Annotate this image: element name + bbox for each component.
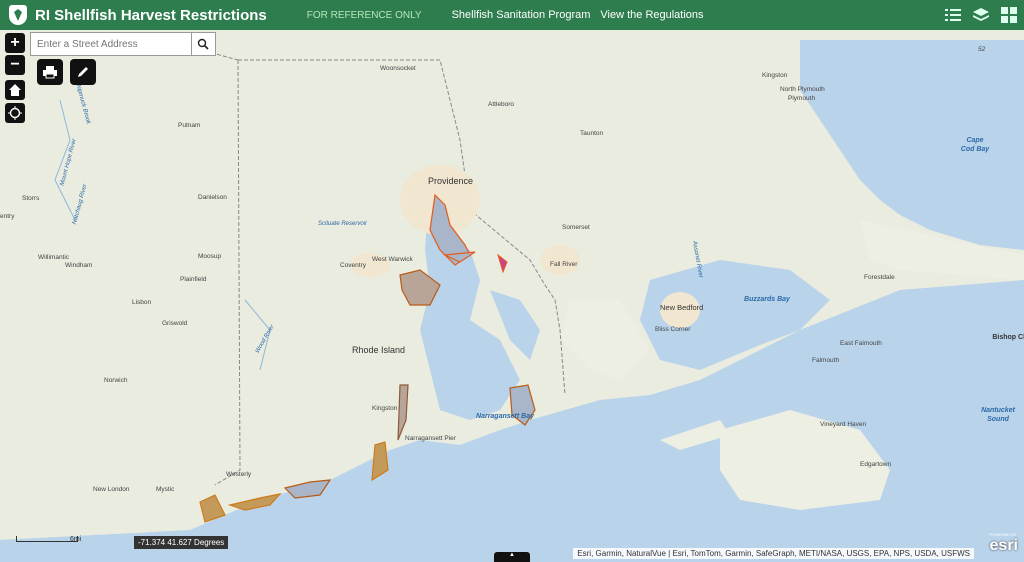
map-attribution: Esri, Garmin, NaturalVue | Esri, TomTom,…	[573, 548, 974, 559]
place-label: Rhode Island	[352, 345, 406, 355]
place-label: Somerset	[562, 224, 590, 231]
place-label: Griswold	[162, 320, 188, 327]
place-label: Falmouth	[812, 357, 840, 364]
water-label: Bishop Cler	[992, 334, 1024, 341]
water-label: Nantucket Sound	[981, 407, 1015, 423]
route-marker: 52	[978, 46, 986, 53]
basemap	[0, 30, 1024, 562]
place-label: Narragansett Pier	[405, 435, 456, 442]
state-shield-icon	[9, 5, 27, 25]
place-label: Fall River	[550, 261, 578, 268]
place-label: Kingston	[372, 405, 398, 412]
place-label: Willimantic	[38, 254, 70, 261]
app-header: RI Shellfish Harvest Restrictions FOR RE…	[0, 0, 1024, 30]
home-icon	[9, 84, 21, 96]
place-label: Moosup	[198, 253, 222, 260]
bottom-panel-toggle[interactable]: ▲	[494, 552, 530, 562]
place-label: Forestdale	[864, 274, 895, 281]
layers-icon[interactable]	[972, 6, 990, 24]
place-label: entry	[0, 213, 15, 220]
water-label: Buzzards Bay	[744, 296, 790, 303]
place-label: Lisbon	[132, 299, 152, 306]
place-label: Coventry	[340, 262, 367, 269]
place-label: Providence	[428, 176, 474, 186]
search-button[interactable]	[190, 33, 215, 55]
place-label: Vineyard Haven	[820, 421, 867, 428]
address-search	[30, 32, 216, 56]
place-label: North Plymouth	[780, 86, 825, 93]
place-label: Westerly	[226, 471, 252, 478]
water-label: Cape Cod Bay	[960, 137, 990, 153]
place-label: New Bedford	[660, 303, 704, 312]
place-label: East Falmouth	[840, 340, 882, 347]
place-label: Putnam	[178, 122, 201, 129]
esri-logo: POWERED BY esri	[990, 532, 1018, 555]
place-label: Kingston	[762, 72, 788, 79]
esri-name: esri	[989, 537, 1018, 554]
coordinate-readout[interactable]: -71.374 41.627 Degrees	[134, 536, 229, 549]
apps-grid-icon[interactable]	[1000, 6, 1018, 24]
place-label: Windham	[65, 262, 93, 269]
zoom-in-button[interactable]: +	[5, 33, 25, 53]
place-label: Plymouth	[788, 95, 816, 102]
scale-bar	[16, 536, 78, 542]
place-label: Plainfield	[180, 276, 207, 283]
locate-button[interactable]	[5, 103, 25, 123]
print-button[interactable]	[37, 59, 63, 85]
app-title: RI Shellfish Harvest Restrictions	[35, 6, 267, 24]
place-label: New London	[93, 486, 130, 493]
map-view[interactable]: Woonsocket Attleboro Kingston North Plym…	[0, 30, 1024, 562]
zoom-out-button[interactable]: −	[5, 55, 25, 75]
place-label: Woonsocket	[380, 65, 416, 72]
place-label: Attleboro	[488, 101, 515, 108]
printer-icon	[43, 66, 57, 79]
legend-list-icon[interactable]	[944, 6, 962, 24]
place-label: Danielson	[198, 194, 227, 201]
search-input[interactable]	[31, 33, 191, 55]
reservoir-label: Scituate Reservoir	[318, 221, 368, 227]
shellfish-program-link[interactable]: Shellfish Sanitation Program	[452, 9, 591, 21]
place-label: West Warwick	[372, 256, 413, 263]
place-label: Norwich	[104, 377, 128, 384]
place-label: Taunton	[580, 130, 604, 137]
pencil-icon	[78, 67, 88, 77]
regulations-link[interactable]: View the Regulations	[600, 9, 703, 21]
locate-icon	[8, 106, 22, 120]
water-label: Narragansett Bay	[476, 413, 534, 420]
home-button[interactable]	[5, 80, 25, 100]
place-label: Storrs	[22, 195, 40, 202]
reference-notice: FOR REFERENCE ONLY	[306, 9, 422, 21]
place-label: Mystic	[156, 486, 175, 493]
place-label: Bliss Corner	[655, 326, 691, 333]
measure-button[interactable]	[70, 59, 96, 85]
scale-label: 6mi	[70, 536, 82, 543]
search-icon	[198, 38, 209, 50]
place-label: Edgartown	[860, 461, 892, 468]
